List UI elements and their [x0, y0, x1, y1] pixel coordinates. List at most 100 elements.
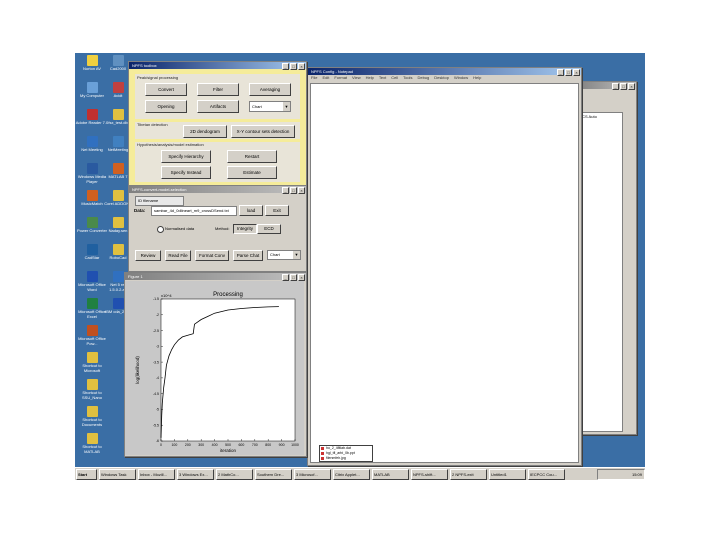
filter-button[interactable]: Filter [197, 83, 239, 96]
specify-hierarchy-button[interactable]: Specify Hierarchy [161, 150, 211, 163]
minimize-icon[interactable]: _ [282, 187, 289, 194]
load-button[interactable]: load [239, 205, 263, 216]
maximize-icon[interactable]: □ [290, 187, 297, 194]
file-popup-menu[interactable]: ho_2_4fitlab.dat hgl_tfl_arbi_0b.ppt filen… [319, 445, 373, 462]
close-icon[interactable]: × [298, 63, 305, 70]
parse-chat-button[interactable]: Parse Chat [233, 250, 263, 261]
y-tick-label: -6 [156, 439, 159, 443]
contour-detection-button[interactable]: X-Y contour sets detection [231, 125, 295, 138]
model-estimation-panel: Hypothesis/analysis/model estimation Spe… [133, 140, 302, 184]
exit-button[interactable]: Exit [265, 205, 289, 216]
normalised-radio[interactable] [157, 226, 164, 233]
editor-menu-item[interactable]: Edit [322, 75, 329, 81]
desktop-icon-label: Microsoft Office Pow... [78, 336, 106, 346]
editor-menu-item[interactable]: File [311, 75, 317, 81]
taskbar-button[interactable]: Inbox - Mozill... [138, 468, 175, 480]
x-tick-label: 200 [185, 443, 191, 447]
app-icon [86, 325, 98, 336]
method-integrity-toggle[interactable]: Integrity [233, 224, 257, 234]
convert-button[interactable]: Convert [145, 83, 187, 96]
editor-menu-item[interactable]: Help [366, 75, 374, 81]
taskbar-button[interactable]: Untitled1 [489, 468, 526, 480]
id-filename-label: ID filename [135, 196, 184, 206]
editor-menu-item[interactable]: Desktop [434, 75, 449, 81]
toolbox-titlebar[interactable]: NPFS toolbox _ □ × [129, 62, 306, 70]
y-tick-label: -4.5 [153, 392, 159, 396]
maximize-icon[interactable]: □ [620, 83, 627, 90]
review-button[interactable]: Review [135, 250, 161, 261]
maximize-icon[interactable]: □ [290, 63, 297, 70]
taskbar-button[interactable]: 2 NPFS-exit [450, 468, 487, 480]
taskbar-button[interactable]: IECPCC Cou... [528, 468, 565, 480]
back-window-content[interactable]: ICS Auto [579, 112, 623, 432]
toolbox-window[interactable]: NPFS toolbox _ □ × Peak/signal processing … [128, 61, 307, 187]
close-icon[interactable]: × [298, 274, 305, 281]
read-file-button[interactable]: Read File [165, 250, 191, 261]
back-window-titlebar[interactable]: _ □ × [576, 82, 636, 90]
averaging-button[interactable]: Averaging [249, 83, 291, 96]
taskbar-button[interactable]: Southern Dre... [255, 468, 292, 480]
minimize-icon[interactable]: _ [282, 63, 289, 70]
taskbar-button[interactable]: 3 Microsof... [294, 468, 331, 480]
maximize-icon[interactable]: □ [290, 274, 297, 281]
taskbar-button[interactable]: MATLAB [372, 468, 409, 480]
taskbar-button[interactable]: 2 MathCo... [216, 468, 253, 480]
app-icon [112, 271, 124, 282]
desktop-icon[interactable]: Microsoft Office Pow... [75, 325, 109, 346]
editor-menu-item[interactable]: Format [334, 75, 347, 81]
bottom-select[interactable]: Chart ▼ [267, 250, 301, 260]
config-titlebar[interactable]: NPFS-convert-model-selection _ □ × [129, 186, 306, 194]
taskbar-button[interactable]: Windows Task [99, 468, 136, 480]
processing-select[interactable]: Chart ▼ [249, 101, 291, 112]
plot-titlebar[interactable]: Figure 1 _ □ × [125, 273, 306, 281]
plot-window[interactable]: Figure 1 _ □ × Processing x10^4 0 100 200 300 40… [124, 272, 307, 457]
data-label: Data: [134, 208, 146, 213]
editor-menu-item[interactable]: Cell [391, 75, 398, 81]
chevron-down-icon[interactable]: ▼ [283, 102, 290, 111]
desktop-icon[interactable]: Shortcut to MATLAB [75, 433, 109, 454]
editor-window[interactable]: NPFS Config - Notepad _ □ × File Edit Format… [307, 67, 582, 466]
chevron-down-icon[interactable]: ▼ [293, 251, 300, 259]
format-conv-button[interactable]: Format Conv [195, 250, 229, 261]
editor-menu-item[interactable]: Window [454, 75, 468, 81]
desktop-icon[interactable]: Shortcut to SSU_Nano [75, 379, 109, 400]
editor-menu-item[interactable]: Text [379, 75, 386, 81]
normalised-label: Normalised data [165, 226, 195, 231]
close-icon[interactable]: × [628, 83, 635, 90]
start-button[interactable]: Start [76, 468, 97, 480]
restart-button[interactable]: Restart [227, 150, 277, 163]
editor-menu-item[interactable]: Help [473, 75, 481, 81]
method-ecd-toggle[interactable]: ECD [257, 224, 281, 234]
data-path-input[interactable]: sambar_4d_0dlineart_m9_crossDSend.txt [151, 206, 237, 216]
editor-titlebar[interactable]: NPFS Config - Notepad _ □ × [308, 68, 581, 76]
maximize-icon[interactable]: □ [565, 69, 572, 76]
x-tick-label: 100 [171, 443, 177, 447]
close-icon[interactable]: × [573, 69, 580, 76]
minimize-icon[interactable]: _ [557, 69, 564, 76]
back-window[interactable]: _ □ × ICS Auto [575, 81, 637, 435]
close-icon[interactable]: × [298, 187, 305, 194]
plot-area [160, 298, 296, 442]
editor-menu-item[interactable]: View [352, 75, 361, 81]
taskbar-button[interactable]: Citrix Applet... [333, 468, 370, 480]
editor-menu-item[interactable]: Tools [403, 75, 412, 81]
specify-instead-button[interactable]: Specify Instead [161, 166, 211, 179]
minimize-icon[interactable]: _ [282, 274, 289, 281]
app-icon [86, 217, 98, 228]
dendogram-button[interactable]: 2D dendogram [183, 125, 227, 138]
taskbar-button[interactable]: NPFS-shift... [411, 468, 448, 480]
artifacts-button[interactable]: Artifacts [197, 100, 239, 113]
minimize-icon[interactable]: _ [612, 83, 619, 90]
popup-menu-item[interactable]: filenmfeh.jpg [320, 456, 372, 461]
taskbar: Start Windows Task Inbox - Mozill... 3 Win… [75, 467, 645, 480]
config-window[interactable]: NPFS-convert-model-selection _ □ × ID file… [128, 185, 307, 272]
opening-button[interactable]: Opening [145, 100, 187, 113]
estimate-button[interactable]: Estimate [227, 166, 277, 179]
editor-menu-item[interactable]: Debug [417, 75, 429, 81]
desktop-icon[interactable]: Shortcut to Documents [75, 406, 109, 427]
desktop-icon[interactable]: Shortcut to Microsoft [75, 352, 109, 373]
editor-text-area[interactable] [310, 83, 579, 463]
desktop-icon-label: Shortcut to Documents [81, 417, 103, 427]
y-multiplier: x10^4 [161, 293, 172, 298]
taskbar-button[interactable]: 3 Windows Ex... [177, 468, 214, 480]
